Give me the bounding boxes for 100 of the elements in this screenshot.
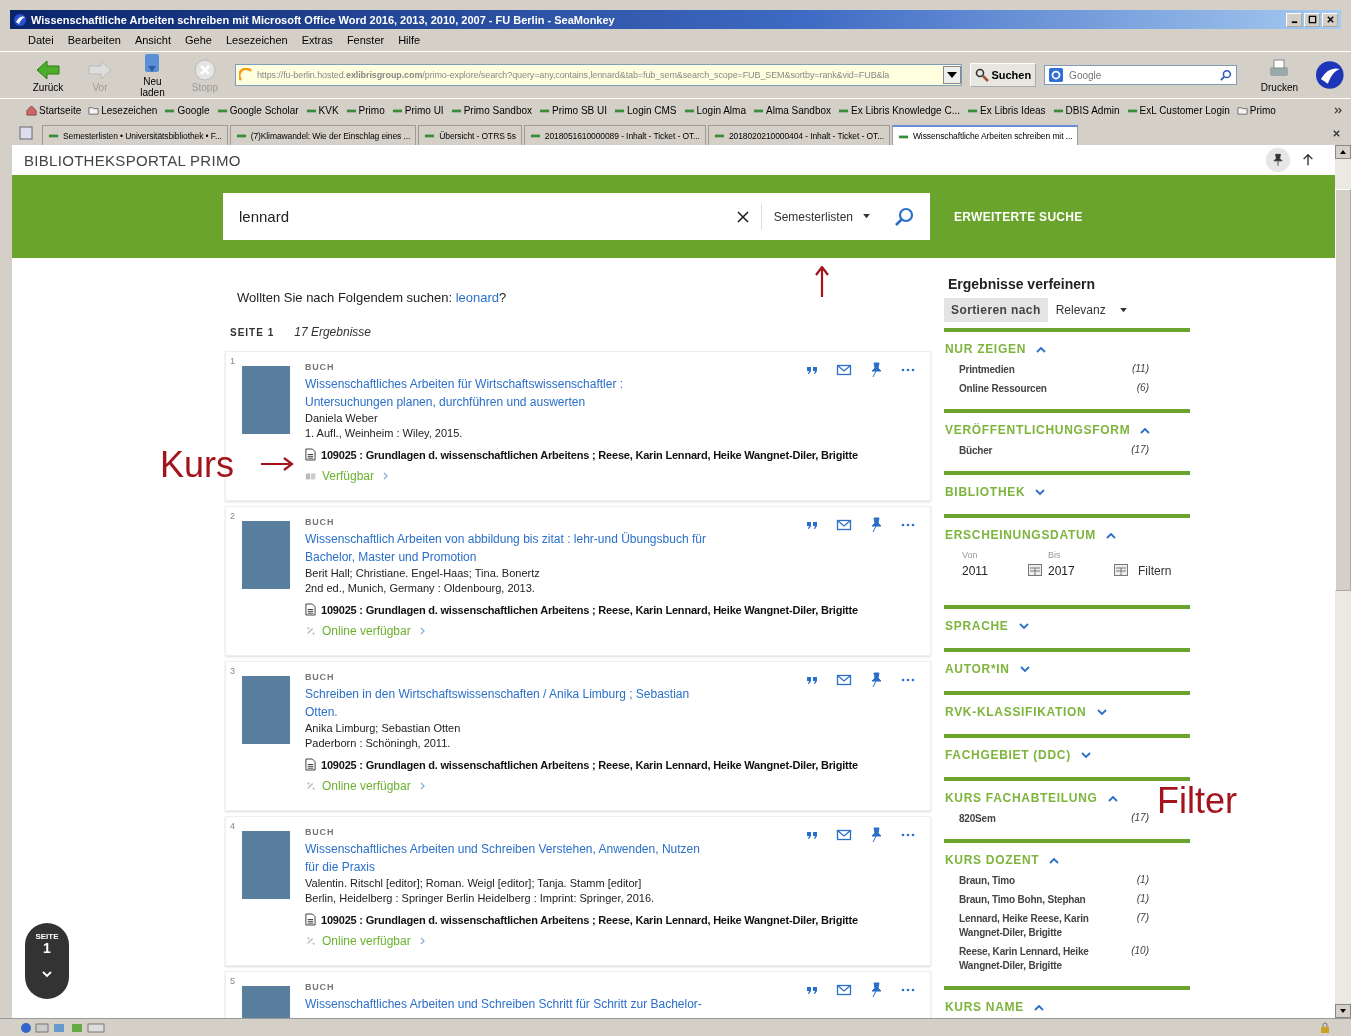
bookmark-item[interactable]: Primo xyxy=(1236,104,1276,116)
facet-option[interactable]: 820Sem xyxy=(959,812,1119,826)
facet-option[interactable]: Braun, Timo Bohn, Stephan xyxy=(959,893,1119,907)
calendar-icon[interactable] xyxy=(1114,564,1128,576)
mail-icon[interactable] xyxy=(836,517,852,533)
toolbar-button[interactable]: Zurück xyxy=(26,57,70,93)
bookmark-item[interactable]: Startseite xyxy=(26,104,82,116)
result-card[interactable] xyxy=(225,506,931,656)
bookmark-item[interactable]: Primo SB UI xyxy=(539,104,608,116)
browser-tab[interactable]: 2018020210000404 - Inhalt - Ticket - OT... xyxy=(707,125,890,145)
scrollbar[interactable] xyxy=(1335,145,1351,1018)
double-chevron-icon[interactable] xyxy=(1334,106,1343,114)
mail-icon[interactable] xyxy=(836,362,852,378)
date-to-field[interactable]: Bis 2017 xyxy=(1048,550,1108,578)
bookmark-item[interactable]: Primo UI xyxy=(391,104,444,116)
result-card[interactable]: 5 BUCH Wissenschaftliches Arbeiten und Schreiben Schritt für Schritt zur Bachelor- xyxy=(225,971,931,1018)
chevron-icon[interactable] xyxy=(1096,708,1107,716)
menu-item[interactable]: Fenster xyxy=(346,34,385,46)
bookmark-item[interactable]: Lesezeichen xyxy=(88,104,158,116)
bookmark-item[interactable]: Ex Libris Ideas xyxy=(967,104,1046,116)
scope-dropdown[interactable]: Semesterlisten xyxy=(773,209,853,224)
chevron-icon[interactable] xyxy=(1035,488,1046,496)
facet-option[interactable]: Online Ressourcen xyxy=(959,382,1119,396)
chevron-icon[interactable] xyxy=(1018,622,1029,630)
bookmark-item[interactable]: Login Alma xyxy=(683,104,746,116)
bookmark-item[interactable]: Google xyxy=(164,104,210,116)
menu-item[interactable]: Extras xyxy=(301,34,333,46)
filter-button[interactable]: Filtern xyxy=(1138,564,1172,578)
scroll-down-icon[interactable] xyxy=(1335,1004,1351,1018)
maximize-button[interactable] xyxy=(1304,12,1320,27)
search-icon[interactable] xyxy=(894,206,914,227)
minimize-button[interactable] xyxy=(1286,12,1302,27)
browser-tab[interactable]: Wissenschaftliche Arbeiten schreiben mit ... xyxy=(891,125,1079,145)
menu-item[interactable]: Ansicht xyxy=(134,34,171,46)
toolbar-button[interactable]: Neu laden xyxy=(130,52,175,98)
facet-option[interactable]: Lennard, Heike Reese, Karin Wangnet-Diler, Brigitte xyxy=(959,912,1119,940)
menu-item[interactable]: Lesezeichen xyxy=(225,34,288,46)
sort-dropdown[interactable]: Relevanz xyxy=(1055,303,1106,317)
result-count: 17 Ergebnisse xyxy=(294,325,371,339)
menu-item[interactable]: Datei xyxy=(28,34,54,46)
result-authors: Anika Limburg; Sebastian Otten xyxy=(305,721,461,736)
chevron-icon[interactable] xyxy=(1036,345,1046,353)
scroll-up-icon[interactable] xyxy=(1335,145,1351,159)
address-field[interactable]: https://fu-berlin.hosted.exlibrisgroup.com/primo-explore/search?query=any,contains,lennard&tab=fub_sem&search_scope=FUB_SEM&sortby=rank&vid=FUB&la xyxy=(234,64,963,86)
result-card[interactable] xyxy=(225,816,931,966)
mail-icon[interactable] xyxy=(836,827,852,843)
bookmark-item[interactable]: DBIS Admin xyxy=(1052,104,1120,116)
browser-logo-icon[interactable] xyxy=(1315,60,1345,90)
course-text: 109025 : Grundlagen d. wissenschaftlichen Arbeitens ; Reese, Karin Lennard, Heike Wangnet-Diler, Brigitte xyxy=(321,913,858,926)
date-from-field[interactable]: Von 2011 xyxy=(962,550,1022,578)
stop-icon xyxy=(191,57,218,82)
search-field[interactable]: lennard Semesterlisten xyxy=(223,193,930,240)
close-icon[interactable] xyxy=(736,210,749,223)
chevron-icon[interactable] xyxy=(1107,794,1118,802)
mail-icon[interactable] xyxy=(836,672,852,688)
result-title-link[interactable]: Schreiben in den Wirtschaftswissenschaften / Anika Limburg ; Sebastian Otten. xyxy=(305,685,710,721)
print-button[interactable]: Drucken xyxy=(1257,57,1302,93)
page-indicator[interactable]: SEITE 1 xyxy=(25,923,69,999)
browser-tab[interactable]: Semesterlisten • Universitätsbibliothek • F... xyxy=(42,125,228,145)
close-tab-icon[interactable] xyxy=(1332,128,1341,138)
close-button[interactable] xyxy=(1322,12,1338,27)
web-search-field[interactable]: Google xyxy=(1044,65,1238,85)
result-card[interactable] xyxy=(225,661,931,811)
menu-item[interactable]: Gehe xyxy=(185,34,212,46)
bookmark-item[interactable]: Primo Sandbox xyxy=(450,104,532,116)
result-title-link[interactable]: Wissenschaftliches Arbeiten und Schreiben Schritt für Schritt zur Bachelor- xyxy=(305,995,702,1013)
bookmark-item[interactable]: Primo xyxy=(345,104,385,116)
bookmark-item[interactable]: ExL Customer Login xyxy=(1126,104,1230,116)
chevron-right-icon xyxy=(419,627,425,635)
result-title-link[interactable]: Wissenschaftliches Arbeiten und Schreiben Verstehen, Anwenden, Nutzen für die Praxis xyxy=(305,840,710,876)
browser-tab[interactable]: (7)Klimawandel: Wie der Einschlag eines ... xyxy=(229,125,417,145)
result-title-link[interactable]: Wissenschaftliches Arbeiten für Wirtschaftswissenschaftler : Untersuchungen planen, durchführen und auswerten xyxy=(305,375,710,411)
browser-tab[interactable]: Übersicht - OTRS 5s xyxy=(418,125,522,145)
search-engine-icon[interactable] xyxy=(1049,68,1064,82)
mail-icon[interactable] xyxy=(836,982,852,998)
menu-item[interactable]: Hilfe xyxy=(398,34,421,46)
suggestion-link[interactable]: leonard xyxy=(455,290,500,305)
facet-option[interactable]: Bücher xyxy=(959,444,1119,458)
search-button[interactable]: Suchen xyxy=(970,63,1037,87)
calendar-icon[interactable] xyxy=(1028,564,1042,576)
chevron-icon[interactable] xyxy=(1140,426,1151,434)
bookmark-item[interactable]: KVK xyxy=(305,104,339,116)
chevron-icon[interactable] xyxy=(1033,1003,1044,1011)
facet-option[interactable]: Reese, Karin Lennard, Heike Wangnet-Diler, Brigitte xyxy=(959,945,1119,973)
bookmark-item[interactable]: Google Scholar xyxy=(216,104,299,116)
search-icon[interactable] xyxy=(1220,69,1233,81)
arrow-up-icon[interactable] xyxy=(1301,153,1315,167)
chevron-icon[interactable] xyxy=(1049,856,1060,864)
bookmark-item[interactable]: Ex Libris Knowledge C... xyxy=(838,104,960,116)
pin-icon[interactable] xyxy=(1265,147,1291,173)
facet-option[interactable]: Printmedien xyxy=(959,363,1119,377)
result-title-link[interactable]: Wissenschaftlich Arbeiten von abbildung bis zitat : lehr-und Übungsbuch für Bachelor, Master und Promotion xyxy=(305,530,710,566)
browser-tab[interactable]: 2018051610000089 - Inhalt - Ticket - OT... xyxy=(523,125,706,145)
chevron-icon[interactable] xyxy=(1106,531,1116,539)
facet-option[interactable]: Braun, Timo xyxy=(959,874,1119,888)
chevron-icon[interactable] xyxy=(1080,751,1091,759)
chevron-icon[interactable] xyxy=(1019,665,1030,673)
menu-item[interactable]: Bearbeiten xyxy=(67,34,121,46)
bookmark-item[interactable]: Alma Sandbox xyxy=(753,104,832,116)
bookmark-item[interactable]: Login CMS xyxy=(614,104,677,116)
